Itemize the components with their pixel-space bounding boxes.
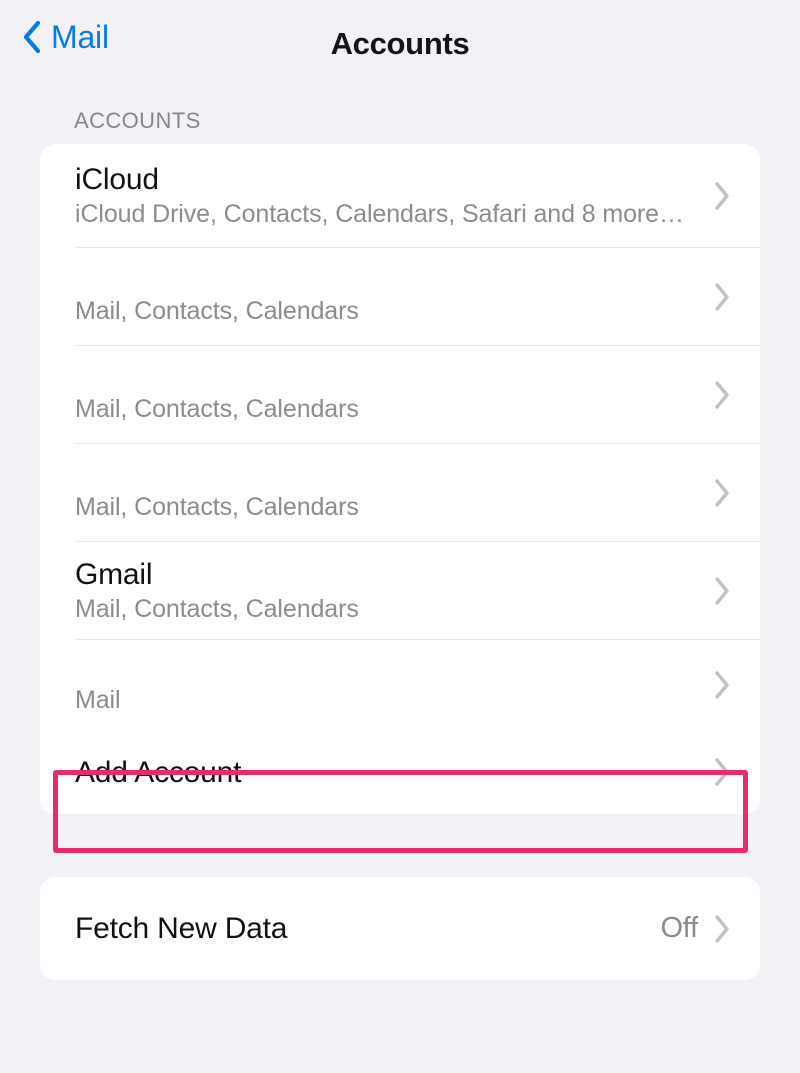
fetch-new-data-value: Off [660, 912, 698, 944]
row-texts: Mail, Contacts, Calendars [75, 363, 712, 426]
chevron-right-icon [715, 576, 729, 605]
row-title: Fetch New Data [75, 912, 288, 945]
chevron-right-icon [715, 671, 729, 699]
row-texts: Add Account [75, 754, 712, 791]
row-texts: Mail, Contacts, Calendars [75, 461, 712, 524]
chevron-right-icon [715, 478, 729, 507]
row-subtitle: Mail [75, 685, 121, 714]
list-item-account-4[interactable]: Mail [40, 640, 760, 730]
chevron-right-icon [715, 380, 729, 409]
row-subtitle: Mail, Contacts, Calendars [75, 594, 359, 623]
row-texts: Gmail Mail, Contacts, Calendars [75, 556, 712, 626]
row-texts: iCloud iCloud Drive, Contacts, Calendars… [75, 161, 712, 231]
chevron-right-icon [715, 758, 729, 786]
list-item-fetch-new-data[interactable]: Fetch New Data Off [40, 877, 760, 980]
chevron-right-icon [715, 914, 729, 943]
list-item-gmail[interactable]: Gmail Mail, Contacts, Calendars [40, 542, 760, 639]
row-subtitle: Mail, Contacts, Calendars [75, 493, 359, 521]
navigation-bar: Mail Accounts [0, 0, 800, 92]
page-title: Accounts [330, 26, 470, 61]
row-title: iCloud [75, 162, 159, 196]
row-subtitle: iCloud Drive, Contacts, Calendars, Safar… [75, 199, 684, 228]
row-title: Gmail [75, 557, 153, 591]
chevron-right-icon [715, 181, 729, 210]
list-item-account-2[interactable]: Mail, Contacts, Calendars [40, 346, 760, 443]
row-texts: Fetch New Data [75, 910, 660, 947]
fetch-card: Fetch New Data Off [40, 877, 760, 980]
list-item-icloud[interactable]: iCloud iCloud Drive, Contacts, Calendars… [40, 144, 760, 247]
row-subtitle: Mail, Contacts, Calendars [75, 297, 359, 325]
add-account-button[interactable]: Add Account [40, 730, 760, 814]
row-title: Add Account [75, 755, 242, 789]
row-texts: Mail [75, 654, 712, 717]
row-subtitle: Mail, Contacts, Calendars [75, 395, 359, 423]
list-item-account-3[interactable]: Mail, Contacts, Calendars [40, 444, 760, 541]
row-texts: Mail, Contacts, Calendars [75, 265, 712, 328]
section-header-accounts: ACCOUNTS [74, 108, 201, 133]
list-item-account-1[interactable]: Mail, Contacts, Calendars [40, 248, 760, 345]
chevron-right-icon [715, 282, 729, 311]
accounts-card: iCloud iCloud Drive, Contacts, Calendars… [40, 144, 760, 814]
